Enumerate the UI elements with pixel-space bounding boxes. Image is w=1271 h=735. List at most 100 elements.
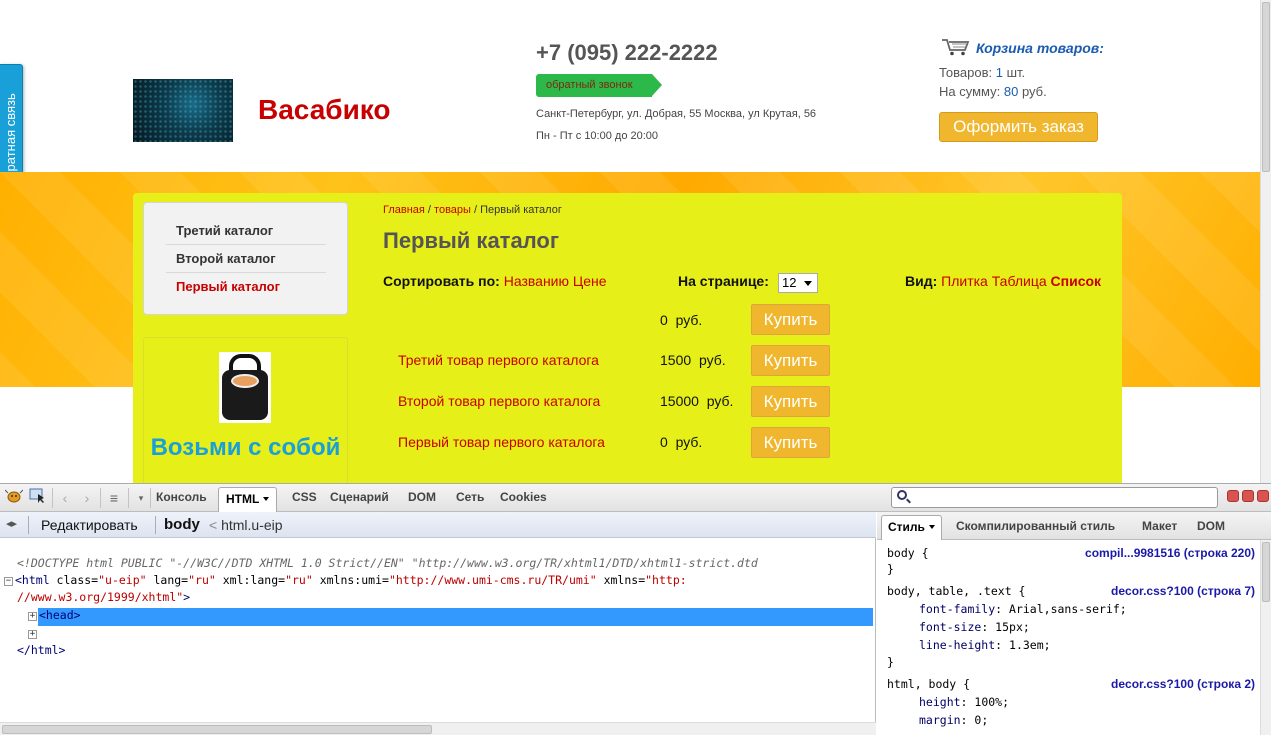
tab-dom[interactable]: DOM — [408, 490, 436, 504]
tab-style[interactable]: Стиль — [881, 515, 942, 540]
rule-selector[interactable]: body, table, .text { — [887, 584, 1025, 598]
minimize-icon[interactable] — [1227, 490, 1239, 502]
rule-source-link[interactable]: compil...9981516 (строка 220) — [1085, 546, 1255, 560]
property-name: font-family — [919, 602, 996, 616]
rule-selector[interactable]: html, body { — [887, 677, 970, 691]
css-property[interactable]: font-size: 15px; — [919, 620, 1030, 634]
css-property[interactable]: margin: 0; — [919, 713, 988, 727]
rule-source-link[interactable]: decor.css?100 (строка 2) — [1111, 677, 1255, 691]
rule-close: } — [887, 655, 894, 669]
buy-button[interactable]: Купить — [751, 427, 830, 458]
cart-title[interactable]: Корзина товаров: — [941, 38, 1104, 56]
callback-label: обратный звонок — [546, 79, 633, 91]
tab-html[interactable]: HTML — [218, 487, 278, 512]
tab-network[interactable]: Сеть — [456, 490, 484, 504]
body-tag: <body> — [39, 626, 81, 640]
html-close-tag: </html> — [17, 643, 66, 657]
site-brand[interactable]: Васабико — [258, 94, 391, 126]
scrollbar-thumb[interactable] — [2, 725, 432, 734]
phone-number: +7 (095) 222-2222 — [536, 40, 718, 65]
view-list-link[interactable]: Список — [1051, 273, 1102, 289]
chevron-down-icon[interactable]: ▾ — [131, 488, 151, 508]
per-page-select[interactable]: 12 — [778, 273, 818, 293]
attr-name: class= — [49, 573, 99, 587]
attr-name: xmlns= — [596, 573, 646, 587]
breadcrumb-goods[interactable]: товары — [434, 204, 471, 216]
scrollbar-thumb[interactable] — [1262, 2, 1270, 172]
tab-layout[interactable]: Макет — [1142, 519, 1177, 533]
product-link[interactable]: Третий товар первого каталога — [398, 352, 599, 368]
sort-by-price-link[interactable]: Цене — [573, 273, 607, 289]
collapse-icon[interactable]: − — [4, 577, 13, 586]
attr-name: xml:lang= — [215, 573, 286, 587]
buy-button[interactable]: Купить — [751, 304, 830, 335]
firebug-toolbar: ‹ › ≡ ▾ Консоль HTML CSS Сценарий DOM Се… — [0, 484, 1271, 512]
price-value: 0 — [660, 434, 668, 450]
html-tag: <html — [15, 573, 50, 587]
rule-close: } — [887, 562, 894, 576]
edit-button[interactable]: Редактировать — [41, 517, 138, 533]
product-link[interactable]: Первый товар первого каталога — [398, 434, 605, 450]
css-property[interactable]: height: 100%; — [919, 695, 1009, 709]
forward-icon[interactable]: › — [77, 488, 97, 508]
detach-icon[interactable] — [1242, 490, 1254, 502]
view-table-link[interactable]: Таблица — [992, 273, 1047, 289]
horizontal-scrollbar[interactable] — [0, 722, 876, 735]
tab-computed-style[interactable]: Скомпилированный стиль — [956, 519, 1115, 533]
page-scrollbar[interactable] — [1260, 0, 1271, 483]
tab-console[interactable]: Консоль — [156, 490, 207, 504]
promo-text[interactable]: Возьми с собой — [143, 433, 348, 463]
scrollbar-thumb[interactable] — [1262, 542, 1270, 602]
checkout-button[interactable]: Оформить заказ — [939, 112, 1098, 142]
product-price: 15000 руб. — [660, 393, 733, 409]
close-icon[interactable] — [1257, 490, 1269, 502]
head-node[interactable]: + <head> — [28, 608, 81, 622]
css-scrollbar[interactable] — [1260, 540, 1271, 735]
expand-icon[interactable]: + — [28, 630, 37, 639]
back-icon[interactable]: ‹ — [55, 488, 75, 508]
cooler-bag-image[interactable] — [219, 352, 271, 423]
body-node[interactable]: + <body> — [28, 626, 81, 640]
inspect-element-icon[interactable] — [28, 488, 48, 508]
css-property[interactable]: font-family: Arial,sans-serif; — [919, 602, 1127, 616]
price-currency: руб. — [706, 393, 734, 409]
sort-label: Сортировать по: — [383, 273, 500, 289]
html-close-node: </html> — [17, 643, 65, 657]
tab-cookies[interactable]: Cookies — [500, 490, 547, 504]
buy-button[interactable]: Купить — [751, 345, 830, 376]
rule-source-link[interactable]: decor.css?100 (строка 7) — [1111, 584, 1255, 598]
logo-image[interactable] — [133, 79, 233, 142]
breadcrumb: Главная / товары / Первый каталог — [383, 204, 562, 216]
sort-by-name-link[interactable]: Названию — [504, 273, 569, 289]
firebug-search-field[interactable] — [891, 487, 1218, 508]
catalog-menu-item-first[interactable]: Первый каталог — [166, 273, 326, 301]
catalog-menu-item-third[interactable]: Третий каталог — [166, 217, 326, 245]
buy-button[interactable]: Купить — [751, 386, 830, 417]
breadcrumb-parent-label: html.u-eip — [221, 517, 283, 533]
view-tile-link[interactable]: Плитка — [941, 273, 988, 289]
breadcrumb-parent[interactable]: < html.u-eip — [209, 517, 283, 533]
firebug-panel: ‹ › ≡ ▾ Консоль HTML CSS Сценарий DOM Се… — [0, 483, 1271, 735]
product-link[interactable]: Второй товар первого каталога — [398, 393, 600, 409]
attr-name: lang= — [146, 573, 189, 587]
css-property[interactable]: line-height: 1.3em; — [919, 638, 1051, 652]
tab-css[interactable]: CSS — [292, 490, 317, 504]
tab-side-dom[interactable]: DOM — [1197, 519, 1225, 533]
catalog-menu-item-second[interactable]: Второй каталог — [166, 245, 326, 273]
property-name: font-size — [919, 620, 982, 634]
expand-icon[interactable]: + — [28, 612, 37, 621]
tab-script[interactable]: Сценарий — [330, 490, 389, 504]
property-name: line-height — [919, 638, 996, 652]
per-page-label: На странице: — [678, 273, 769, 289]
menu-lines-icon[interactable]: ≡ — [104, 488, 124, 508]
breadcrumb-separator: / — [470, 204, 481, 216]
search-icon — [897, 490, 907, 500]
firebug-bug-icon[interactable] — [4, 488, 24, 508]
breadcrumb-home[interactable]: Главная — [383, 204, 425, 216]
breadcrumb-body[interactable]: body — [164, 516, 200, 533]
cart-title-text: Корзина товаров: — [976, 40, 1104, 56]
html-node[interactable]: − <html class="u-eip" lang="ru" xml:lang=… — [4, 573, 687, 587]
rule-selector[interactable]: body { — [887, 546, 929, 560]
expand-panel-icon[interactable]: ◂▸ — [6, 517, 17, 530]
callback-button[interactable]: обратный звонок — [536, 74, 664, 97]
